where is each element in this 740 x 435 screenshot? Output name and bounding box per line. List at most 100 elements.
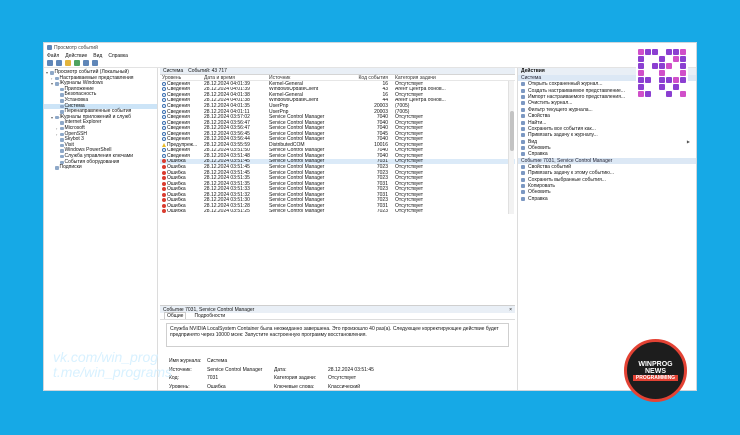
event-rows: Сведения 28.12.2024 04:01:39 Kernel-Genera… [160, 81, 515, 214]
task-category-cell: Отсутствует [395, 208, 424, 214]
action-label[interactable]: Создать настраиваемое представление... [528, 88, 625, 94]
action-label[interactable]: Сохранить выбранные события... [528, 177, 606, 183]
qr-module [659, 70, 665, 76]
menu-view[interactable]: Вид [93, 53, 102, 59]
folder-icon [55, 76, 59, 81]
col-date[interactable]: Дата и время [204, 75, 269, 81]
table-row[interactable]: Ошибка 28.12.2024 03:51:25 Service Control… [160, 209, 515, 214]
folder-icon [60, 126, 64, 131]
action-icon [521, 94, 525, 99]
action-label[interactable]: Копировать [528, 183, 555, 189]
folder-icon [55, 115, 59, 120]
tab-general[interactable]: Общие [164, 312, 187, 319]
folder-icon [60, 154, 64, 159]
expand-arrow-icon[interactable]: ▾ [51, 81, 54, 87]
col-source[interactable]: Источник [269, 75, 356, 81]
action-icon [521, 82, 525, 87]
action-label[interactable]: Обновить [528, 145, 551, 151]
menu-file[interactable]: Файл [47, 53, 59, 59]
property-label: Источник: [169, 366, 192, 373]
menu-action[interactable]: Действие [65, 53, 87, 59]
action-label[interactable]: Фильтр текущего журнала... [528, 107, 593, 113]
expand-arrow-icon[interactable]: ▾ [46, 70, 49, 76]
action-item[interactable]: Справка [518, 196, 696, 202]
info-icon [162, 109, 166, 114]
col-task-category[interactable]: Категория задачи [391, 75, 457, 81]
action-label[interactable]: Найти... [528, 120, 546, 126]
qr-module [680, 70, 686, 76]
property-value [328, 358, 388, 364]
col-level[interactable]: Уровень [160, 75, 204, 81]
console-icon[interactable] [92, 60, 98, 66]
back-icon[interactable] [47, 60, 53, 66]
menu-help[interactable]: Справка [108, 53, 128, 59]
info-icon [162, 103, 166, 108]
expand-arrow-icon[interactable]: ▾ [51, 115, 54, 121]
qr-module [645, 84, 651, 90]
qr-module [673, 91, 679, 97]
action-label[interactable]: Вид [528, 139, 537, 145]
action-label[interactable]: Привязать задачу к журналу... [528, 132, 598, 138]
qr-module [666, 84, 672, 90]
action-label[interactable]: Обновить [528, 189, 551, 195]
action-label[interactable]: Справка [528, 151, 548, 157]
close-icon[interactable]: × [509, 307, 512, 313]
help-icon[interactable] [83, 60, 89, 66]
error-icon [162, 192, 166, 197]
qr-module [638, 56, 644, 62]
action-label[interactable]: Очистить журнал... [528, 100, 572, 106]
info-icon [162, 87, 166, 92]
property-label: Уровень: [169, 383, 190, 390]
action-label[interactable]: Свойства событий [528, 164, 571, 170]
qr-module [680, 49, 686, 55]
qr-module [666, 91, 672, 97]
event-message: Служба NVIDIA LocalSystem Container была… [166, 323, 509, 347]
info-icon [162, 137, 166, 142]
property-label: Код: [169, 375, 179, 382]
action-icon [521, 133, 525, 138]
submenu-arrow-icon: ▶ [686, 139, 690, 145]
qr-module [659, 84, 665, 90]
detail-header: Событие 7031, Service Control Manager × [160, 306, 515, 313]
action-label[interactable]: Сохранить все события как... [528, 126, 596, 132]
forward-icon[interactable] [56, 60, 62, 66]
col-event-id[interactable]: Код события [356, 75, 391, 81]
properties-icon[interactable] [74, 60, 80, 66]
social-watermark: vk.com/win_prog t.me/win_programs [53, 350, 172, 380]
action-label[interactable]: Свойства [528, 113, 550, 119]
expand-arrow-icon[interactable]: › [56, 132, 59, 138]
error-icon [162, 181, 166, 186]
action-item[interactable]: Справка [518, 151, 696, 157]
info-icon [162, 98, 166, 103]
qr-module [673, 49, 679, 55]
action-label[interactable]: Импорт настраиваемого представления... [528, 94, 625, 100]
action-label[interactable]: Справка [528, 196, 548, 202]
date-cell: 28.12.2024 03:51:25 [204, 208, 250, 214]
info-icon [162, 81, 166, 86]
action-label[interactable]: Открыть сохраненный журнал... [528, 81, 602, 87]
folder-icon[interactable] [65, 60, 71, 66]
property-label: Категория задачи: [274, 375, 317, 382]
qr-module [680, 91, 686, 97]
action-label[interactable]: Привязать задачу к этому событию... [528, 170, 614, 176]
qr-module [666, 77, 672, 83]
log-name: Система [163, 68, 184, 74]
qr-watermark: @WIN_PROGRAMS [632, 47, 692, 107]
qr-module [659, 77, 665, 83]
qr-caption: @WIN_PROGRAMS [633, 101, 691, 107]
qr-module [638, 70, 644, 76]
qr-module [645, 49, 651, 55]
badge-mid: NEWS [645, 367, 666, 375]
event-list-scrollbar[interactable] [508, 81, 514, 214]
tree-item[interactable]: Подписки [44, 164, 157, 171]
qr-module [666, 49, 672, 55]
property-label: Ключевые слова: [274, 383, 315, 390]
qr-module [680, 56, 686, 62]
menu-bar: Файл Действие Вид Справка [44, 52, 696, 59]
qr-module [666, 56, 672, 62]
folder-icon [60, 149, 64, 153]
qr-module [652, 49, 658, 55]
scroll-thumb[interactable] [510, 111, 514, 151]
tab-details[interactable]: Подробности [192, 313, 227, 319]
qr-module [673, 77, 679, 83]
